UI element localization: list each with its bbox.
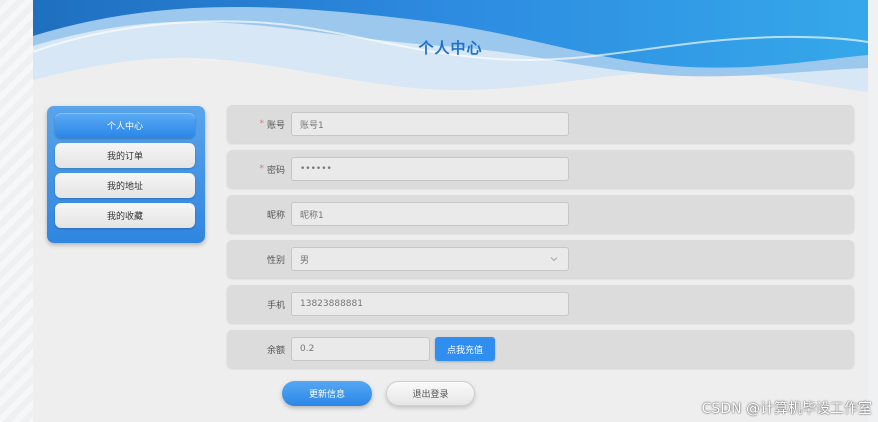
phone-label: 手机: [266, 300, 285, 311]
gender-select[interactable]: 男: [291, 247, 569, 271]
form-row-gender: 性别 男: [227, 240, 854, 278]
form-row-nickname: 昵称 昵称1: [227, 195, 854, 233]
profile-panel: 个人中心 个人中心 我的订单 我的地址 我的收藏 * 账号 账号1 * 密码 •••…: [33, 0, 868, 422]
gender-select-value: 男: [300, 255, 310, 266]
nickname-label: 昵称: [266, 210, 285, 221]
gender-label: 性别: [266, 255, 285, 266]
watermark: CSDN @计算机毕设工作室: [701, 401, 872, 417]
nickname-input[interactable]: 昵称1: [291, 202, 569, 226]
required-mark: *: [259, 119, 264, 129]
sidebar: 个人中心 我的订单 我的地址 我的收藏: [47, 106, 205, 243]
sidebar-item-orders[interactable]: 我的订单: [55, 143, 195, 168]
password-label: * 密码: [259, 164, 285, 176]
required-mark: *: [259, 164, 264, 174]
password-input[interactable]: ••••••: [291, 157, 569, 181]
sidebar-item-favorites[interactable]: 我的收藏: [55, 203, 195, 228]
page-background-right: [868, 0, 878, 422]
page-background-left: [0, 0, 33, 422]
phone-input[interactable]: 13823888881: [291, 292, 569, 316]
logout-button[interactable]: 退出登录: [386, 381, 475, 406]
form-row-password: * 密码 ••••••: [227, 150, 854, 188]
balance-label: 余额: [266, 345, 285, 356]
sidebar-item-profile[interactable]: 个人中心: [55, 113, 195, 138]
balance-input[interactable]: 0.2: [291, 337, 430, 361]
form-row-phone: 手机 13823888881: [227, 285, 854, 323]
chevron-down-icon: [550, 257, 558, 262]
recharge-button[interactable]: 点我充值: [435, 337, 495, 361]
account-input[interactable]: 账号1: [291, 112, 569, 136]
account-label: * 账号: [259, 119, 285, 131]
page-title: 个人中心: [418, 39, 483, 57]
form-row-balance: 余额 0.2 点我充值: [227, 330, 854, 368]
update-info-button[interactable]: 更新信息: [282, 381, 372, 406]
sidebar-item-addresses[interactable]: 我的地址: [55, 173, 195, 198]
form-row-account: * 账号 账号1: [227, 105, 854, 143]
